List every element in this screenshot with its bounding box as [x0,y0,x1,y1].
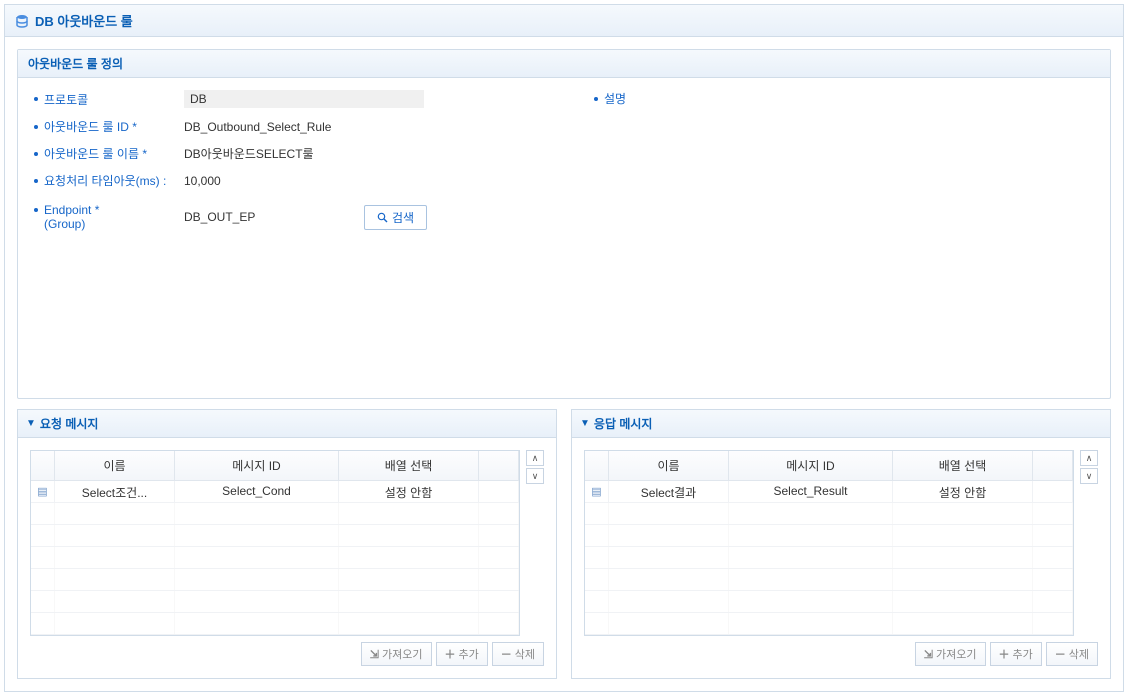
import-button[interactable]: ⇲가져오기 [361,642,432,666]
database-icon [15,14,29,28]
move-down-button[interactable]: ∨ [1080,468,1098,484]
request-reorder: ∧ ∨ [526,450,544,636]
search-button[interactable]: 검색 [364,205,427,230]
chevron-down-icon: ▼ [580,418,590,429]
definition-header: 아웃바운드 룰 정의 [18,50,1110,78]
table-row[interactable]: ▤ Select결과 Select_Result 설정 안함 [585,481,1073,503]
request-grid-header: 이름 메시지 ID 배열 선택 [31,451,519,481]
request-panel-header[interactable]: ▼ 요청 메시지 [18,410,556,438]
main-panel-body: 아웃바운드 룰 정의 프로토콜 DB 아웃바운드 룰 ID * DB_Outbo… [5,37,1123,691]
add-button[interactable]: ＋추가 [436,642,488,666]
response-panel: ▼ 응답 메시지 이름 메시지 ID 배열 선택 [571,409,1111,679]
protocol-label: 프로토콜 [34,91,184,108]
protocol-row: 프로토콜 DB [34,90,534,108]
endpoint-label: Endpoint * (Group) [34,203,184,231]
timeout-row: 요청처리 타임아웃(ms) : 10,000 [34,172,534,189]
request-grid[interactable]: 이름 메시지 ID 배열 선택 ▤ Select조건... Select_Con… [30,450,520,636]
move-up-button[interactable]: ∧ [1080,450,1098,466]
magnifier-icon [377,212,388,223]
response-toolbar: ⇲가져오기 ＋추가 －삭제 [584,642,1098,666]
import-icon: ⇲ [924,648,933,661]
move-up-button[interactable]: ∧ [526,450,544,466]
rule-name-label: 아웃바운드 룰 이름 * [34,145,184,162]
response-col-name: 이름 [609,451,729,480]
response-reorder: ∧ ∨ [1080,450,1098,636]
description-label: 설명 [594,90,744,107]
rule-name-row: 아웃바운드 룰 이름 * DB아웃바운드SELECT룰 [34,145,534,162]
delete-button[interactable]: －삭제 [492,642,544,666]
page-title: DB 아웃바운드 룰 [35,11,133,30]
request-col-array: 배열 선택 [339,451,479,480]
lower-panels: ▼ 요청 메시지 이름 메시지 ID 배열 선택 [17,409,1111,679]
main-panel: DB 아웃바운드 룰 아웃바운드 룰 정의 프로토콜 DB 아웃바운드 룰 ID… [4,4,1124,692]
chevron-down-icon: ▼ [26,418,36,429]
add-button[interactable]: ＋추가 [990,642,1042,666]
timeout-label: 요청처리 타임아웃(ms) : [34,172,184,189]
table-row[interactable]: ▤ Select조건... Select_Cond 설정 안함 [31,481,519,503]
plus-icon: ＋ [999,646,1010,662]
import-button[interactable]: ⇲가져오기 [915,642,986,666]
main-panel-header: DB 아웃바운드 룰 [5,5,1123,37]
response-col-array: 배열 선택 [893,451,1033,480]
timeout-value[interactable]: 10,000 [184,174,424,188]
definition-fieldset: 아웃바운드 룰 정의 프로토콜 DB 아웃바운드 룰 ID * DB_Outbo… [17,49,1111,399]
rule-name-value[interactable]: DB아웃바운드SELECT룰 [184,145,424,162]
endpoint-row: Endpoint * (Group) DB_OUT_EP 검색 [34,203,534,231]
plus-icon: ＋ [445,646,456,662]
description-row: 설명 [594,90,1094,107]
rule-id-row: 아웃바운드 룰 ID * DB_Outbound_Select_Rule [34,118,534,135]
import-icon: ⇲ [370,648,379,661]
definition-body: 프로토콜 DB 아웃바운드 룰 ID * DB_Outbound_Select_… [18,78,1110,398]
rule-id-value[interactable]: DB_Outbound_Select_Rule [184,120,424,134]
request-col-msgid: 메시지 ID [175,451,339,480]
delete-button[interactable]: －삭제 [1046,642,1098,666]
response-panel-header[interactable]: ▼ 응답 메시지 [572,410,1110,438]
minus-icon: － [501,646,512,662]
request-toolbar: ⇲가져오기 ＋추가 －삭제 [30,642,544,666]
response-grid[interactable]: 이름 메시지 ID 배열 선택 ▤ Select결과 Select_Result… [584,450,1074,636]
endpoint-value[interactable]: DB_OUT_EP [184,210,354,224]
request-panel: ▼ 요청 메시지 이름 메시지 ID 배열 선택 [17,409,557,679]
rule-id-label: 아웃바운드 룰 ID * [34,118,184,135]
request-col-name: 이름 [55,451,175,480]
move-down-button[interactable]: ∨ [526,468,544,484]
document-icon: ▤ [37,486,47,498]
response-grid-header: 이름 메시지 ID 배열 선택 [585,451,1073,481]
protocol-value: DB [184,90,424,108]
minus-icon: － [1055,646,1066,662]
response-col-msgid: 메시지 ID [729,451,893,480]
document-icon: ▤ [591,486,601,498]
